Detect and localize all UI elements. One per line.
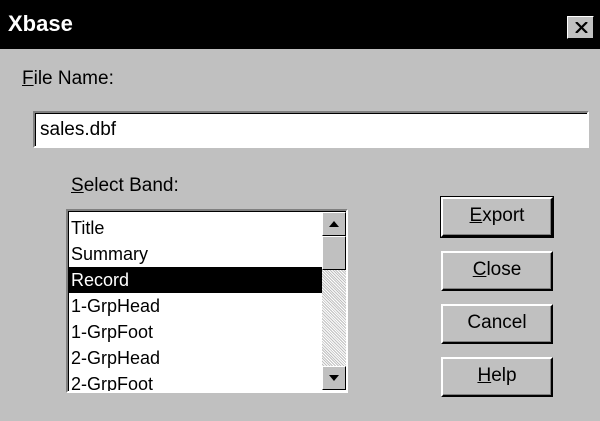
window-title: Xbase [8, 11, 73, 36]
file-name-label: File Name: [22, 68, 114, 90]
title-bar: Xbase [0, 0, 600, 49]
list-item-record[interactable]: Record [69, 267, 322, 293]
list-item-2-grpfoot[interactable]: 2-GrpFoot [69, 371, 322, 391]
triangle-down-icon [329, 375, 339, 381]
select-band-label: Select Band: [71, 175, 179, 197]
file-name-label-text: ile Name: [33, 68, 114, 89]
band-listbox[interactable]: Title Summary Record 1-GrpHead 1-GrpFoot… [66, 209, 348, 393]
export-mnemonic: E [469, 205, 483, 226]
list-item-2-grphead[interactable]: 2-GrpHead [69, 345, 322, 371]
close-icon [575, 22, 588, 33]
file-name-input[interactable]: sales.dbf [33, 111, 589, 148]
close-button[interactable]: Close [441, 251, 553, 291]
select-band-label-mnemonic: S [71, 175, 84, 196]
export-label: xport [482, 205, 525, 226]
close-window-button[interactable] [567, 16, 594, 39]
help-button[interactable]: Help [441, 357, 553, 397]
help-label: elp [491, 365, 517, 386]
band-list-scrollbar[interactable] [322, 212, 346, 390]
list-item-1-grphead[interactable]: 1-GrpHead [69, 293, 322, 319]
close-mnemonic: C [472, 259, 487, 280]
list-item-1-grpfoot[interactable]: 1-GrpFoot [69, 319, 322, 345]
select-band-label-text: elect Band: [83, 175, 179, 196]
scroll-down-button[interactable] [322, 366, 346, 390]
file-name-label-mnemonic: F [22, 68, 34, 89]
help-mnemonic: H [477, 365, 492, 386]
scroll-up-button[interactable] [322, 212, 346, 236]
close-label: lose [486, 259, 522, 280]
list-item-title[interactable]: Title [69, 215, 322, 241]
band-list: Title Summary Record 1-GrpHead 1-GrpFoot… [69, 215, 322, 391]
list-item-summary[interactable]: Summary [69, 241, 322, 267]
scroll-thumb[interactable] [322, 236, 346, 270]
triangle-up-icon [329, 221, 339, 227]
export-button[interactable]: Export [440, 196, 554, 238]
cancel-label: Cancel [467, 312, 527, 333]
cancel-button[interactable]: Cancel [441, 304, 553, 344]
